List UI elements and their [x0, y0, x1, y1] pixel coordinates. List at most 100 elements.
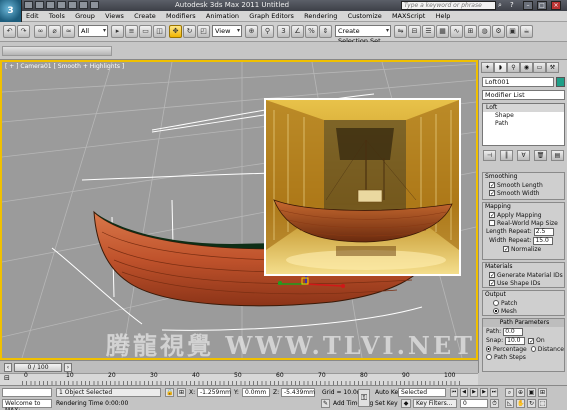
select-and-scale-icon[interactable]: ◰	[197, 25, 210, 38]
minimize-button[interactable]: –	[523, 1, 533, 10]
motion-tab[interactable]: ◉	[520, 62, 533, 73]
zoom-extents-all-icon[interactable]: ⊞	[538, 388, 547, 397]
mirror-icon[interactable]: ⇋	[394, 25, 407, 38]
rectangular-selection-icon[interactable]: ▭	[139, 25, 152, 38]
apply-mapping-checkbox[interactable]: ✓ Apply Mapping	[489, 211, 564, 219]
ribbon-tabs[interactable]	[2, 46, 112, 56]
path-steps-radio[interactable]: Path Steps	[486, 353, 564, 361]
orbit-icon[interactable]: ↻	[527, 399, 536, 408]
layer-manager-icon[interactable]: ☰	[422, 25, 435, 38]
stack-item-shape[interactable]: Shape	[483, 112, 564, 120]
manipulate-icon[interactable]: ⚲	[261, 25, 274, 38]
reference-coordinate-dropdown[interactable]: View	[212, 25, 242, 37]
link-icon[interactable]: ∞	[34, 25, 47, 38]
schematic-view-icon[interactable]: ⊞	[464, 25, 477, 38]
go-to-start-icon[interactable]: ⏮	[450, 388, 458, 397]
snap-value[interactable]: 10.0	[505, 336, 526, 345]
lock-selection-icon[interactable]: 🔒	[165, 388, 174, 397]
previous-frame-icon[interactable]: ◀	[460, 388, 468, 397]
help-icon[interactable]: ?	[510, 1, 519, 10]
modifier-list-dropdown[interactable]: Modifier List	[482, 90, 565, 100]
named-selection-dropdown[interactable]: Create Selection Set	[335, 25, 391, 45]
key-mode-dropdown[interactable]: Selected	[398, 388, 446, 397]
key-filters-button[interactable]: Key Filters...	[413, 399, 457, 408]
selection-filter-dropdown[interactable]: All	[78, 25, 108, 37]
mesh-radio[interactable]: Mesh	[493, 307, 564, 315]
set-key-button[interactable]: Set Key	[375, 400, 398, 407]
mapping-title[interactable]: Mapping	[483, 203, 564, 211]
make-unique-icon[interactable]: ∀	[517, 150, 530, 161]
maxscript-mini-listener[interactable]	[2, 388, 52, 397]
patch-radio[interactable]: Patch	[493, 299, 564, 307]
redo-icon[interactable]: ↷	[17, 25, 30, 38]
go-to-end-icon[interactable]: ⏭	[490, 388, 498, 397]
length-repeat-value[interactable]: 2.5	[533, 227, 554, 236]
curve-editor-icon[interactable]: ∿	[450, 25, 463, 38]
unlink-icon[interactable]: ⌀	[48, 25, 61, 38]
window-crossing-icon[interactable]: ◫	[153, 25, 166, 38]
pin-stack-icon[interactable]: ⊣	[483, 150, 496, 161]
maximize-button[interactable]: □	[537, 1, 547, 10]
close-button[interactable]: ×	[551, 1, 561, 10]
current-frame-field[interactable]: 0	[460, 399, 488, 408]
next-frame-icon[interactable]: ›	[64, 363, 72, 372]
play-icon[interactable]: ▶	[470, 388, 478, 397]
pivot-center-icon[interactable]: ⊕	[245, 25, 258, 38]
z-coordinate-field[interactable]: -5.439mm	[281, 388, 315, 397]
create-tab[interactable]: ✦	[481, 62, 494, 73]
app-logo-button[interactable]: 3	[0, 0, 22, 22]
binoculars-icon[interactable]: ⌕	[498, 1, 507, 10]
normalize-checkbox[interactable]: ✓ Normalize	[503, 245, 564, 253]
new-file-icon[interactable]	[24, 1, 33, 9]
snap-on-checkbox[interactable]: ✓ On	[528, 337, 545, 345]
path-parameters-title[interactable]: Path Parameters	[483, 319, 564, 327]
y-coordinate-field[interactable]: 0.0mm	[242, 388, 270, 397]
zoom-all-icon[interactable]: ⊕	[516, 388, 525, 397]
menu-help[interactable]: Help	[432, 11, 455, 22]
menu-group[interactable]: Group	[71, 11, 99, 22]
time-slider-thumb[interactable]: 0 / 100	[14, 363, 62, 372]
track-bar[interactable]: ⊟ 0 10 20 30 40 50 60 70 80 90 100	[0, 372, 478, 385]
pan-view-icon[interactable]: ✋	[516, 399, 525, 408]
menu-customize[interactable]: Customize	[344, 11, 386, 22]
time-configuration-icon[interactable]: ⏱	[490, 399, 499, 408]
undo-icon[interactable]: ↶	[3, 25, 16, 38]
output-title[interactable]: Output	[483, 291, 564, 299]
smooth-width-checkbox[interactable]: ✓ Smooth Width	[489, 189, 564, 197]
modifier-stack[interactable]: Loft Shape Path	[482, 103, 565, 146]
percent-snap-icon[interactable]: %	[305, 25, 318, 38]
path-value[interactable]: 0.0	[503, 327, 524, 336]
select-by-name-icon[interactable]: ≡	[125, 25, 138, 38]
select-and-rotate-icon[interactable]: ↻	[183, 25, 196, 38]
zoom-icon[interactable]: ⌕	[505, 388, 514, 397]
menu-edit[interactable]: Edit	[22, 11, 43, 22]
maximize-viewport-icon[interactable]: ⬚	[538, 399, 547, 408]
menu-animation[interactable]: Animation	[202, 11, 243, 22]
snaps-toggle-icon[interactable]: 3	[277, 25, 290, 38]
maxscript-listener-output[interactable]: Welcome to MAX:	[2, 399, 52, 410]
remove-modifier-icon[interactable]: 🗑	[534, 150, 547, 161]
menu-modifiers[interactable]: Modifiers	[162, 11, 200, 22]
mini-curve-editor-icon[interactable]: ⊟	[4, 374, 12, 384]
utilities-tab[interactable]: ⚒	[546, 62, 559, 73]
stack-item-path[interactable]: Path	[483, 120, 564, 128]
camera-viewport[interactable]: [ + ] Camera01 [ Smooth + Highlights ] 腾…	[0, 60, 478, 360]
percentage-distance-radios[interactable]: Percentage Distance	[486, 345, 564, 353]
configure-sets-icon[interactable]: ▤	[551, 150, 564, 161]
menu-views[interactable]: Views	[101, 11, 128, 22]
length-repeat-spinner[interactable]: Length Repeat: 2.5	[486, 227, 564, 236]
show-end-result-icon[interactable]: ║	[500, 150, 513, 161]
hierarchy-tab[interactable]: ⚲	[507, 62, 520, 73]
redo-icon[interactable]	[68, 1, 77, 9]
menu-maxscript[interactable]: MAXScript	[388, 11, 429, 22]
prev-frame-icon[interactable]: ‹	[4, 363, 12, 372]
menu-rendering[interactable]: Rendering	[300, 11, 341, 22]
menu-create[interactable]: Create	[130, 11, 160, 22]
render-production-icon[interactable]: ☕	[520, 25, 533, 38]
real-world-map-size-checkbox[interactable]: Real-World Map Size	[489, 219, 564, 227]
modify-tab[interactable]: ◗	[494, 62, 507, 73]
render-setup-icon[interactable]: ⚙	[492, 25, 505, 38]
set-key-icon[interactable]: ⚿	[358, 389, 370, 407]
align-icon[interactable]: ⊟	[408, 25, 421, 38]
hold-icon[interactable]	[79, 1, 88, 9]
